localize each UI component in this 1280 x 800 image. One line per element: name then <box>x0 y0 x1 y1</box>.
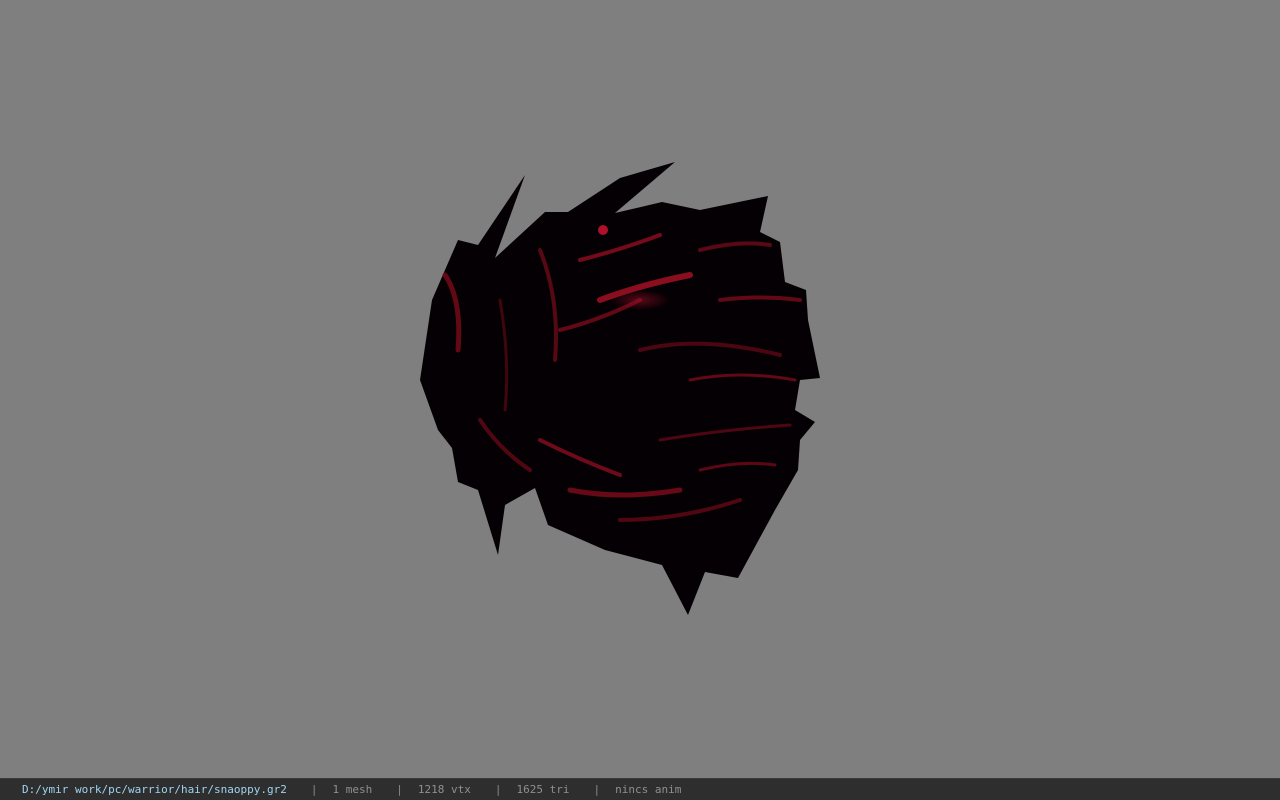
hair-glint <box>598 225 608 235</box>
status-separator: | <box>396 783 403 796</box>
status-separator: | <box>310 783 318 796</box>
3d-viewport[interactable] <box>0 0 1280 778</box>
status-separator: | <box>593 783 601 796</box>
status-bar: D:/ymir work/pc/warrior/hair/snaoppy.gr2… <box>0 778 1280 800</box>
hair-silhouette <box>420 162 820 615</box>
hair-model[interactable] <box>0 0 1280 778</box>
animation-status: nincs anim <box>615 783 682 796</box>
mesh-count: 1 mesh <box>332 783 373 796</box>
status-separator: | <box>494 783 502 796</box>
triangle-count: 1625 tri <box>516 783 570 796</box>
file-path: D:/ymir work/pc/warrior/hair/snaoppy.gr2 <box>22 783 287 796</box>
hair-glow <box>610 290 670 310</box>
vertex-count: 1218 vtx <box>417 783 471 796</box>
